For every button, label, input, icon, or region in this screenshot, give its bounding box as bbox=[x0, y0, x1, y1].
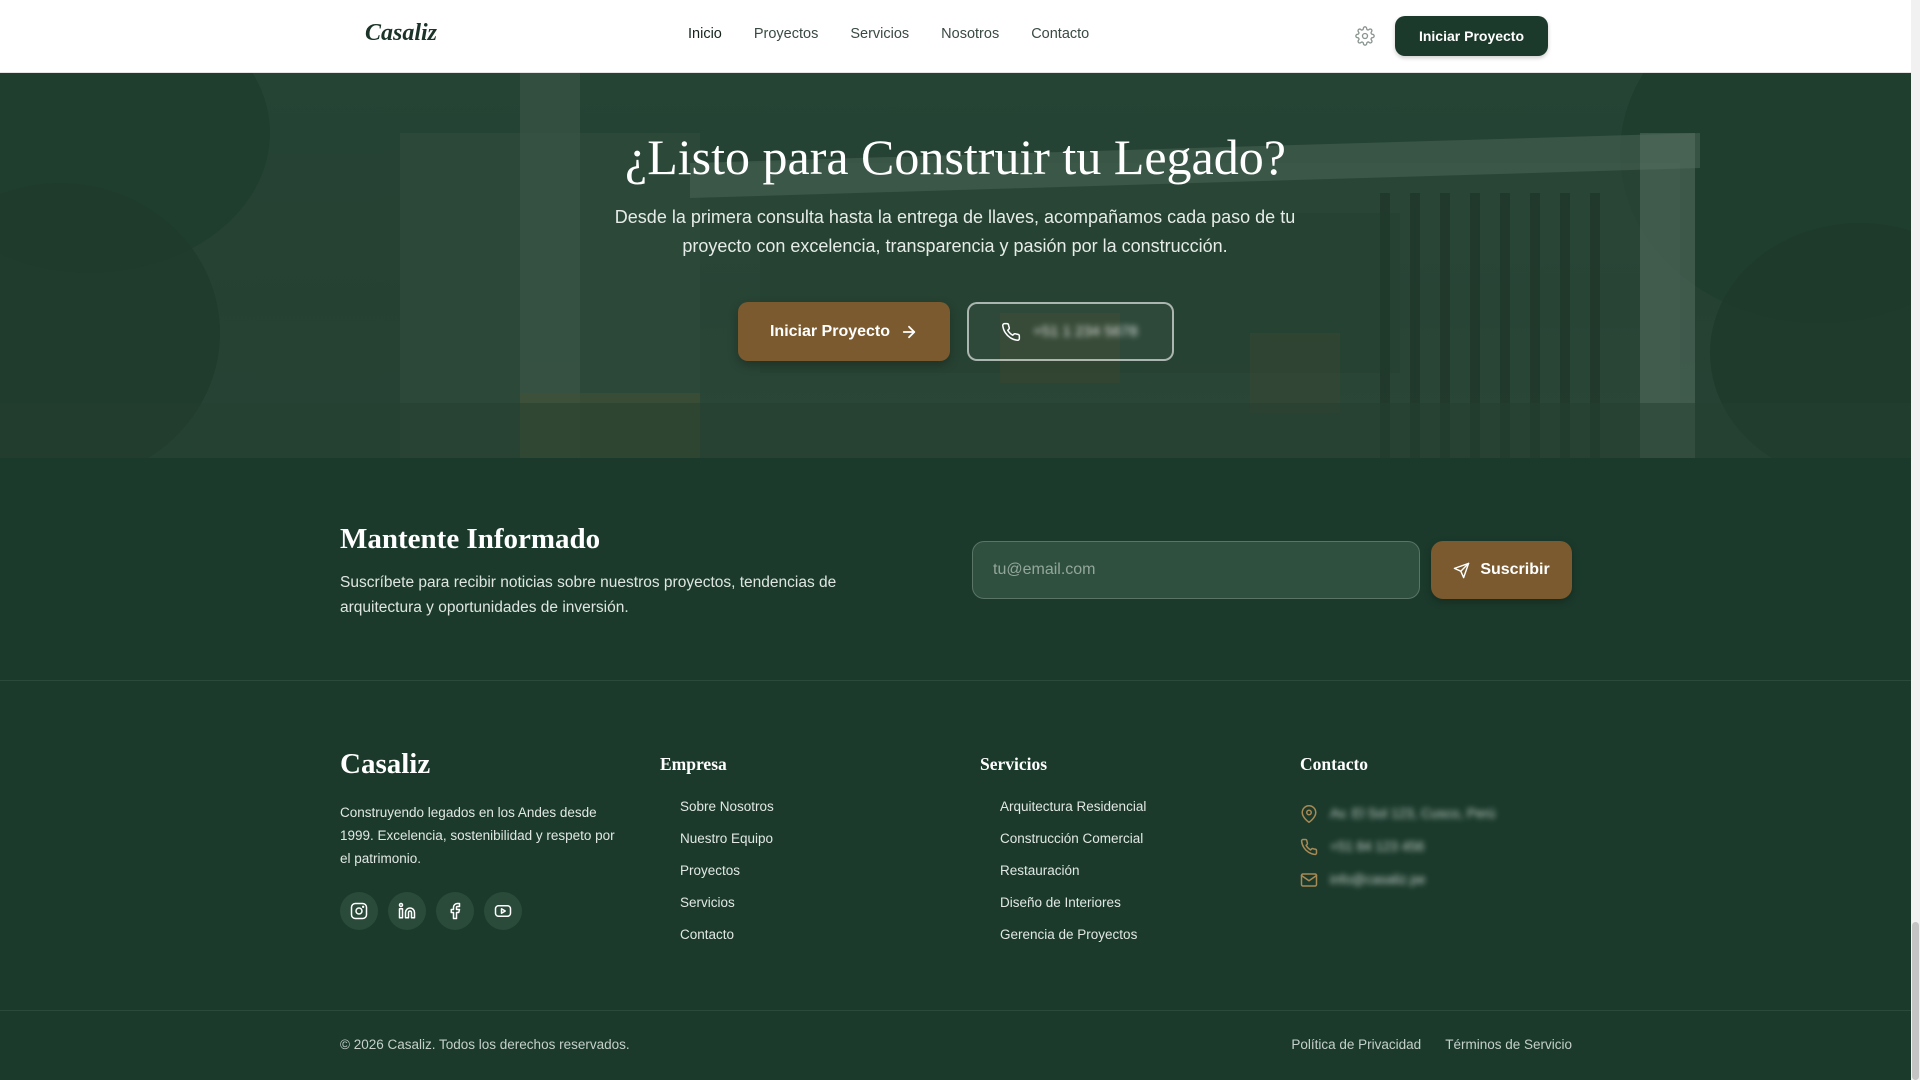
navbar: Casaliz Inicio Proyectos Servicios Nosot… bbox=[0, 0, 1911, 73]
map-pin-icon bbox=[1301, 804, 1317, 823]
footer-servicios-title: Servicios bbox=[980, 754, 1048, 774]
hero-title: ¿Listo para Construir tu Legado? bbox=[625, 129, 1286, 185]
youtube-link[interactable] bbox=[484, 892, 522, 930]
newsletter-title: Mantente Informado bbox=[340, 523, 601, 555]
footer-link-nuestro-equipo[interactable]: Nuestro Equipo bbox=[680, 831, 774, 863]
footer-col-servicios: Servicios Arquitectura Residencial Const… bbox=[980, 748, 1146, 959]
linkedin-icon bbox=[398, 902, 416, 919]
footer-link-diseno-interiores[interactable]: Diseño de Interiores bbox=[1000, 895, 1146, 927]
hero-phone-number: +51 1 234 5678 bbox=[1033, 323, 1138, 340]
contact-phone[interactable]: +51 84 123 456 bbox=[1300, 828, 1495, 865]
footer-contacto-title: Contacto bbox=[1300, 754, 1369, 774]
phone-icon bbox=[1300, 838, 1318, 855]
contact-address: Av. El Sol 123, Cusco, Perú bbox=[1300, 795, 1495, 832]
nav-link-nosotros[interactable]: Nosotros bbox=[941, 26, 999, 42]
footer-link-proyectos[interactable]: Proyectos bbox=[680, 863, 774, 895]
footer-servicios-list: Arquitectura Residencial Construcción Co… bbox=[980, 799, 1146, 959]
footer-link-contacto[interactable]: Contacto bbox=[680, 927, 774, 959]
page-scrollbar[interactable] bbox=[1911, 0, 1920, 1080]
contact-email[interactable]: info@casaliz.pe bbox=[1300, 861, 1495, 898]
footer-link-arquitectura-residencial[interactable]: Arquitectura Residencial bbox=[1000, 799, 1146, 831]
hero-call-button[interactable]: +51 1 234 5678 bbox=[967, 302, 1174, 361]
hero-start-project-button[interactable]: Iniciar Proyecto bbox=[738, 302, 950, 361]
hero-subtitle: Desde la primera consulta hasta la entre… bbox=[614, 207, 1296, 256]
nav-link-servicios[interactable]: Servicios bbox=[850, 26, 909, 42]
facebook-link[interactable] bbox=[436, 892, 474, 930]
nav-link-inicio[interactable]: Inicio bbox=[688, 26, 722, 42]
footer-empresa-title: Empresa bbox=[660, 754, 727, 774]
footer-link-construccion-comercial[interactable]: Construcción Comercial bbox=[1000, 831, 1146, 863]
nav-start-project-button[interactable]: Iniciar Proyecto bbox=[1395, 16, 1548, 56]
send-icon bbox=[1454, 562, 1470, 578]
footer-description: Construyendo legados en los Andes desde … bbox=[340, 805, 615, 866]
copyright-text: © 2026 Casaliz. Todos los derechos reser… bbox=[340, 1037, 630, 1052]
phone-icon bbox=[1002, 322, 1021, 341]
newsletter-email-input[interactable] bbox=[972, 541, 1420, 599]
nav-link-contacto[interactable]: Contacto bbox=[1031, 26, 1089, 42]
social-links bbox=[340, 892, 522, 930]
hero-section: ¿Listo para Construir tu Legado? Desde l… bbox=[0, 73, 1911, 458]
terms-of-service-link[interactable]: Términos de Servicio bbox=[1445, 1037, 1572, 1052]
youtube-icon bbox=[494, 905, 512, 917]
instagram-icon bbox=[350, 902, 368, 920]
linkedin-link[interactable] bbox=[388, 892, 426, 930]
contact-address-text: Av. El Sol 123, Cusco, Perú bbox=[1330, 806, 1496, 821]
instagram-link[interactable] bbox=[340, 892, 378, 930]
nav-links: Inicio Proyectos Servicios Nosotros Cont… bbox=[688, 26, 1121, 42]
footer-col-contacto: Contacto Av. El Sol 123, Cusco, Perú +51… bbox=[1300, 748, 1495, 898]
gear-icon[interactable] bbox=[1355, 26, 1375, 46]
footer-contacto-list: Av. El Sol 123, Cusco, Perú +51 84 123 4… bbox=[1300, 795, 1495, 898]
footer: Casaliz Construyendo legados en los Ande… bbox=[0, 681, 1911, 1011]
footer-empresa-list: Sobre Nosotros Nuestro Equipo Proyectos … bbox=[660, 799, 774, 959]
nav-logo[interactable]: Casaliz bbox=[365, 20, 437, 47]
footer-brand: Casaliz bbox=[340, 748, 431, 780]
footer-link-servicios[interactable]: Servicios bbox=[680, 895, 774, 927]
legal-links: Política de Privacidad Términos de Servi… bbox=[1291, 1037, 1572, 1052]
scrollbar-thumb[interactable] bbox=[1912, 922, 1919, 1080]
footer-link-gerencia-proyectos[interactable]: Gerencia de Proyectos bbox=[1000, 927, 1146, 959]
footer-bottom-bar: © 2026 Casaliz. Todos los derechos reser… bbox=[0, 1011, 1911, 1080]
mail-icon bbox=[1300, 872, 1318, 887]
arrow-right-icon bbox=[902, 325, 916, 338]
newsletter-section: Mantente Informado Suscríbete para recib… bbox=[0, 458, 1911, 681]
subscribe-label: Suscribir bbox=[1480, 561, 1550, 578]
facebook-icon bbox=[450, 902, 461, 920]
footer-col-empresa: Empresa Sobre Nosotros Nuestro Equipo Pr… bbox=[660, 748, 774, 959]
hero-start-project-label: Iniciar Proyecto bbox=[769, 322, 891, 340]
nav-link-proyectos[interactable]: Proyectos bbox=[754, 26, 818, 42]
privacy-policy-link[interactable]: Política de Privacidad bbox=[1291, 1037, 1421, 1052]
footer-link-sobre-nosotros[interactable]: Sobre Nosotros bbox=[680, 799, 774, 831]
footer-link-restauracion[interactable]: Restauración bbox=[1000, 863, 1146, 895]
subscribe-button[interactable]: Suscribir bbox=[1431, 541, 1572, 599]
contact-phone-text: +51 84 123 456 bbox=[1330, 839, 1425, 854]
newsletter-text: Suscríbete para recibir noticias sobre n… bbox=[340, 574, 837, 616]
contact-email-text: info@casaliz.pe bbox=[1330, 872, 1426, 887]
